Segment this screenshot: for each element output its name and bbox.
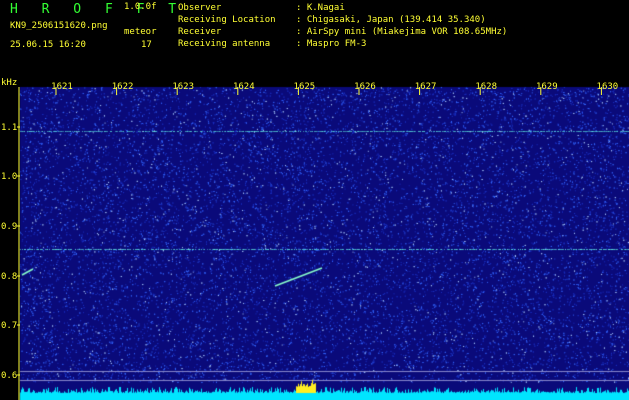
x-tick-label: 1630 bbox=[597, 82, 619, 92]
y-tick-label: 1.0 bbox=[1, 172, 17, 182]
x-tick-label: 1625 bbox=[294, 82, 316, 92]
x-tick-label: 1623 bbox=[172, 82, 194, 92]
y-tick-label: 0.9 bbox=[1, 222, 17, 232]
x-tick-label: 1624 bbox=[233, 82, 255, 92]
info-key-receiver: Receiver bbox=[178, 27, 222, 37]
spectrogram-axes: kHz 1621 1622 1623 1624 1625 1626 1627 1628 1629 1… bbox=[1, 78, 619, 400]
info-value-observer: : K.Nagai bbox=[296, 3, 345, 13]
info-value-antenna: : Maspro FM-3 bbox=[296, 39, 367, 49]
x-tick-label: 1626 bbox=[354, 82, 376, 92]
info-key-antenna: Receiving antenna bbox=[178, 39, 271, 49]
y-tick-label: 0.7 bbox=[1, 321, 17, 331]
filename-label: KN9_2506151620.png bbox=[10, 21, 108, 31]
info-value-receiver: : AirSpy mini (Miakejima VOR 108.65MHz) bbox=[296, 27, 508, 37]
info-value-location: : Chigasaki, Japan (139.414 35.340) bbox=[296, 15, 486, 25]
x-tick-label: 1627 bbox=[415, 82, 437, 92]
x-tick-label: 1621 bbox=[51, 82, 73, 92]
info-key-location: Receiving Location bbox=[178, 15, 276, 25]
x-tick-label: 1629 bbox=[536, 82, 558, 92]
spectrogram-panel: kHz 1621 1622 1623 1624 1625 1626 1627 1628 1629 1… bbox=[0, 75, 629, 400]
x-tick-label: 1628 bbox=[475, 82, 497, 92]
header: H R O F F T 1.0.0f KN9_2506151620.png me… bbox=[0, 0, 629, 75]
datetime-label: 25.06.15 16:20 bbox=[10, 40, 86, 50]
y-tick-label: 0.6 bbox=[1, 371, 17, 381]
y-tick-label: 0.8 bbox=[1, 272, 17, 282]
app-title: H R O F F T bbox=[10, 2, 185, 17]
y-axis-unit: kHz bbox=[1, 78, 17, 88]
info-key-observer: Observer bbox=[178, 3, 222, 13]
meteor-label: meteor bbox=[124, 27, 157, 37]
version-label: 1.0.0f bbox=[124, 2, 157, 12]
y-tick-label: 1.1 bbox=[1, 123, 17, 133]
meteor-count: 17 bbox=[141, 40, 152, 50]
x-tick-label: 1622 bbox=[112, 82, 134, 92]
